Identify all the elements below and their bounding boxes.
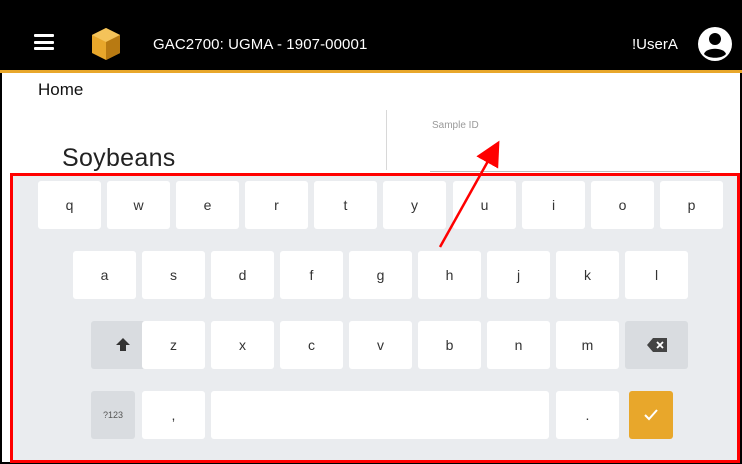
key-k[interactable]: k [556, 251, 619, 299]
period-key[interactable]: . [556, 391, 619, 439]
key-j[interactable]: j [487, 251, 550, 299]
key-n[interactable]: n [487, 321, 550, 369]
comma-key[interactable]: , [142, 391, 205, 439]
key-y[interactable]: y [383, 181, 446, 229]
key-q[interactable]: q [38, 181, 101, 229]
key-c[interactable]: c [280, 321, 343, 369]
numbers-key[interactable]: ?123 [91, 391, 135, 439]
key-e[interactable]: e [176, 181, 239, 229]
key-p[interactable]: p [660, 181, 723, 229]
key-r[interactable]: r [245, 181, 308, 229]
hamburger-menu-icon[interactable] [34, 34, 54, 50]
app-header: GAC2700: UGMA - 1907-00001 !UserA [0, 0, 742, 73]
key-f[interactable]: f [280, 251, 343, 299]
key-u[interactable]: u [453, 181, 516, 229]
key-x[interactable]: x [211, 321, 274, 369]
key-w[interactable]: w [107, 181, 170, 229]
main-content: Soybeans Sample ID [0, 110, 742, 172]
key-g[interactable]: g [349, 251, 412, 299]
backspace-icon [646, 338, 667, 352]
sample-id-input[interactable] [430, 164, 710, 172]
key-b[interactable]: b [418, 321, 481, 369]
key-d[interactable]: d [211, 251, 274, 299]
key-m[interactable]: m [556, 321, 619, 369]
key-t[interactable]: t [314, 181, 377, 229]
vertical-divider [386, 110, 387, 170]
onscreen-keyboard: q w e r t y u i o p a s d f g h j k l z … [10, 173, 740, 463]
key-i[interactable]: i [522, 181, 585, 229]
app-title: GAC2700: UGMA - 1907-00001 [153, 36, 368, 53]
key-a[interactable]: a [73, 251, 136, 299]
checkmark-icon [644, 409, 658, 421]
backspace-key[interactable] [625, 321, 688, 369]
space-key[interactable] [211, 391, 549, 439]
app-logo-icon [92, 28, 120, 60]
breadcrumb-home[interactable]: Home [38, 80, 83, 100]
sample-id-label: Sample ID [432, 120, 479, 131]
key-o[interactable]: o [591, 181, 654, 229]
header-accent-bar [0, 70, 742, 73]
key-v[interactable]: v [349, 321, 412, 369]
user-account-icon[interactable] [697, 26, 733, 62]
key-z[interactable]: z [142, 321, 205, 369]
user-name: !UserA [632, 36, 678, 53]
enter-key[interactable] [629, 391, 673, 439]
key-s[interactable]: s [142, 251, 205, 299]
shift-arrow-icon [115, 338, 130, 351]
key-l[interactable]: l [625, 251, 688, 299]
key-h[interactable]: h [418, 251, 481, 299]
product-title: Soybeans [62, 144, 176, 172]
